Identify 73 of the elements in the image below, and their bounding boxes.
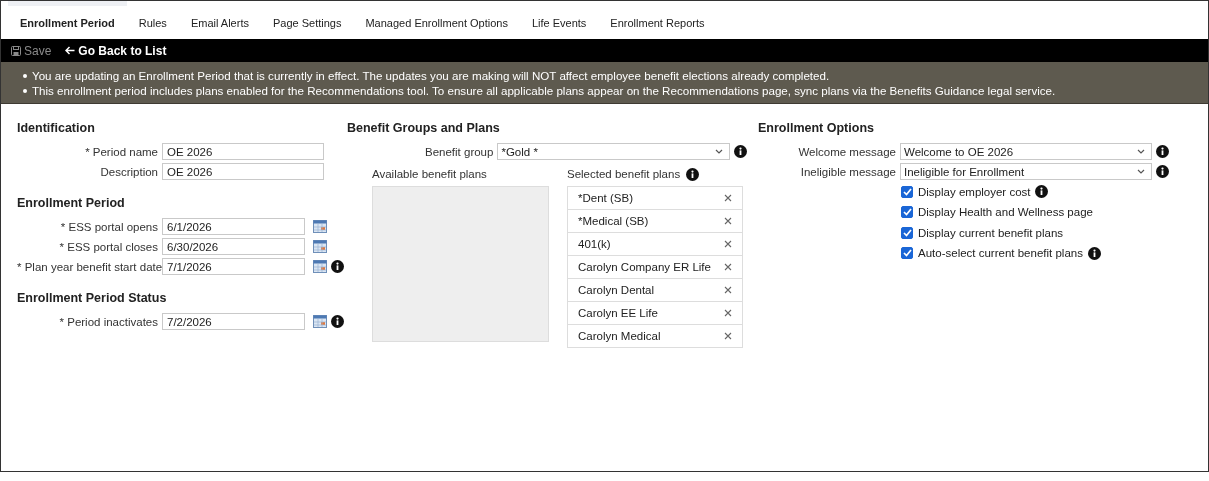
list-label: Available benefit plans — [372, 167, 488, 182]
plan-item[interactable]: *Dent (SB) — [568, 187, 742, 210]
date-field[interactable]: 7/2/2026 — [162, 313, 305, 330]
tab[interactable]: Managed Enrollment Options — [353, 1, 520, 39]
remove-icon[interactable] — [724, 286, 732, 294]
date-field[interactable]: 6/1/2026 — [162, 218, 305, 235]
caret-icon — [1137, 169, 1145, 174]
checkbox[interactable] — [901, 185, 913, 198]
select-field[interactable]: Ineligible for Enrollment — [900, 163, 1152, 180]
select-field[interactable]: Welcome to OE 2026 — [900, 143, 1152, 160]
list-label: Selected benefit plans — [567, 168, 681, 180]
caret-icon — [1137, 149, 1145, 154]
tab[interactable]: Enrollment Reports — [598, 1, 717, 39]
text-field[interactable]: OE 2026 — [162, 143, 324, 160]
field-label: * Period name — [84, 145, 158, 158]
plan-item[interactable]: *Medical (SB) — [568, 210, 742, 233]
section-heading: Enrollment Period — [17, 196, 126, 210]
info-icon[interactable] — [1156, 145, 1169, 158]
plan-item[interactable]: Carolyn Company ER Life — [568, 256, 742, 279]
date-field[interactable]: 6/30/2026 — [162, 238, 305, 255]
remove-icon[interactable] — [724, 194, 732, 202]
info-icon[interactable] — [734, 145, 747, 158]
tab[interactable]: Life Events — [519, 1, 599, 39]
field-label: * ESS portal opens — [59, 220, 158, 233]
calendar-icon[interactable] — [313, 315, 327, 328]
field-label: Benefit group — [425, 145, 494, 158]
calendar-icon[interactable] — [313, 240, 327, 253]
caret-icon — [715, 149, 723, 154]
remove-icon[interactable] — [724, 240, 732, 248]
checkbox[interactable] — [901, 226, 913, 239]
notice-text: This enrollment period includes plans enabled for the Recommendations tool. To ensure all applicable plans appear on the Recommendations page, sync plans via the Benefits Guidance legal service. — [32, 83, 1056, 98]
info-icon[interactable] — [1035, 185, 1049, 198]
info-icon[interactable] — [331, 260, 344, 273]
text-field[interactable]: OE 2026 — [162, 163, 324, 180]
notice-text: You are updating an Enrollment Period that is currently in effect. The updates you are making will NOT affect employee benefit elections already completed. — [32, 68, 830, 83]
back-link[interactable]: Go Back to List — [65, 43, 167, 58]
field-label: * Period inactivates — [58, 315, 158, 328]
info-icon[interactable] — [686, 167, 700, 181]
plan-item[interactable]: Carolyn Medical — [568, 325, 742, 347]
field-label: * ESS portal closes — [58, 240, 158, 253]
section-heading: Benefit Groups and Plans — [347, 121, 501, 135]
calendar-icon[interactable] — [313, 220, 327, 233]
bullet — [23, 74, 27, 78]
bullet — [23, 89, 27, 93]
field-label: Ineligible message — [799, 165, 896, 178]
tab[interactable]: Page Settings — [260, 1, 354, 39]
date-field[interactable]: 7/1/2026 — [162, 258, 305, 275]
calendar-icon[interactable] — [313, 260, 327, 273]
plan-item[interactable]: 401(k) — [568, 233, 742, 256]
tab[interactable]: Rules — [126, 1, 179, 39]
plan-item[interactable]: Carolyn EE Life — [568, 302, 742, 325]
checkbox-label: Auto-select current benefit plans — [918, 247, 1083, 259]
select-field[interactable]: *Gold * — [497, 143, 730, 160]
remove-icon[interactable] — [724, 309, 732, 317]
checkbox[interactable] — [901, 206, 913, 218]
section-heading: Enrollment Period Status — [17, 291, 168, 305]
info-icon[interactable] — [331, 315, 344, 328]
field-label: Description — [99, 165, 158, 178]
left-arrow-icon — [65, 46, 76, 55]
tab[interactable]: Email Alerts — [178, 1, 261, 39]
field-label: Welcome message — [797, 145, 896, 158]
checkbox-label: Display Health and Wellness page — [918, 206, 1093, 218]
remove-icon[interactable] — [724, 332, 732, 340]
section-heading: Enrollment Options — [758, 121, 875, 135]
checkbox[interactable] — [901, 247, 913, 259]
plan-item[interactable]: Carolyn Dental — [568, 279, 742, 302]
remove-icon[interactable] — [724, 217, 732, 225]
info-icon[interactable] — [1156, 165, 1169, 178]
section-heading: Identification — [17, 121, 96, 135]
checkbox-label: Display current benefit plans — [918, 226, 1064, 239]
checkbox-label: Display employer cost — [918, 185, 1031, 198]
info-icon[interactable] — [1087, 246, 1101, 260]
remove-icon[interactable] — [724, 263, 732, 271]
